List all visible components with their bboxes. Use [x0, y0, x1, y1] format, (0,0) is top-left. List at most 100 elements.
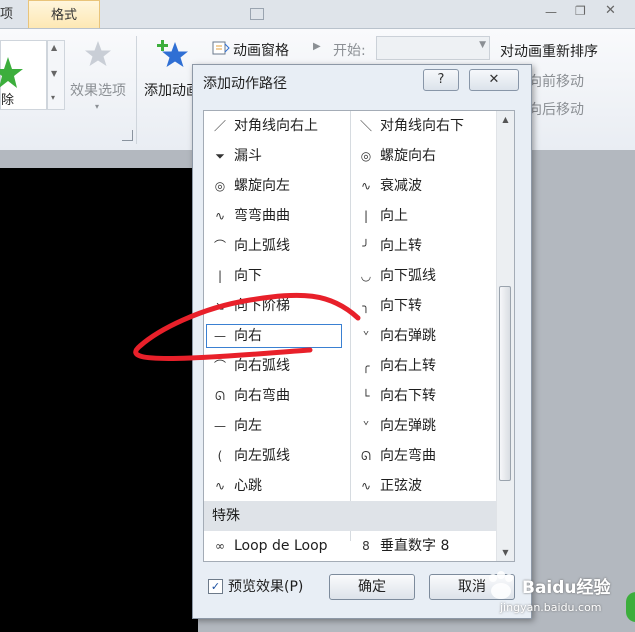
tab-partial[interactable]: 项 — [0, 0, 20, 27]
gallery-scroll[interactable]: ▲ ▼ ▾ — [47, 40, 65, 110]
path-item[interactable]: ╭ 向右上转 — [350, 351, 496, 381]
path-shape-icon: ∿ — [214, 479, 226, 493]
path-item-vertical-figure-8[interactable]: 8 垂直数字 8 — [350, 531, 496, 561]
tab-format[interactable]: 格式 — [28, 0, 100, 28]
path-item-label: 向下阶梯 — [234, 298, 290, 314]
minimize-icon[interactable]: — — [545, 5, 557, 19]
scroll-up-icon[interactable]: ▲ — [497, 111, 514, 128]
path-item[interactable]: ( 向左弧线 — [204, 441, 350, 471]
path-item[interactable]: ⌒ 向右弧线 — [204, 351, 350, 381]
path-item[interactable]: ᘁ 向右弹跳 — [350, 321, 496, 351]
path-shape-icon: ◡ — [360, 269, 372, 283]
path-item[interactable]: ＼ 对角线向右下 — [350, 111, 496, 141]
path-item-label: 螺旋向右 — [380, 148, 436, 164]
path-item-label: 漏斗 — [234, 148, 262, 164]
path-item-label: 向右弧线 — [234, 358, 290, 374]
path-shape-icon: ∿ — [214, 209, 226, 223]
path-item[interactable]: | 向下 — [204, 261, 350, 291]
path-item[interactable]: ᘁ 向左弹跳 — [350, 411, 496, 441]
path-item[interactable]: ╮ 向下转 — [350, 291, 496, 321]
path-item[interactable]: ⌒ 向上弧线 — [204, 231, 350, 261]
path-item[interactable]: — 向右 — [204, 321, 350, 351]
path-shape-icon: ╯ — [362, 239, 370, 253]
path-item[interactable]: ∿ 衰减波 — [350, 171, 496, 201]
help-icon[interactable]: ? — [423, 69, 459, 91]
slide-canvas[interactable] — [0, 168, 198, 632]
path-item[interactable]: └ 向右下转 — [350, 381, 496, 411]
path-item-label: 向下弧线 — [380, 268, 436, 284]
chevron-up-icon[interactable]: ▲ — [51, 43, 57, 52]
effect-options-button[interactable]: 效果选项 — [70, 80, 126, 100]
path-item-label: 向右弹跳 — [380, 328, 436, 344]
gallery-label-partial: 除 — [1, 93, 15, 108]
gallery-more-icon[interactable]: ▾ — [51, 93, 55, 102]
path-shape-icon: ／ — [213, 119, 226, 133]
path-item[interactable]: ◎ 螺旋向左 — [204, 171, 350, 201]
path-item-label: 向上转 — [380, 238, 422, 254]
path-item[interactable]: ⏷ 漏斗 — [204, 141, 350, 171]
path-shape-icon: ∿ — [360, 179, 372, 193]
path-shape-icon: ∿ — [360, 479, 372, 493]
close-icon[interactable]: ✕ — [469, 69, 519, 91]
reorder-title: 对动画重新排序 — [500, 44, 598, 60]
path-item-label: 向左弧线 — [234, 448, 290, 464]
path-item-loop-de-loop[interactable]: ∞ Loop de Loop — [204, 531, 350, 561]
path-shape-icon: ╭ — [362, 359, 370, 373]
group-launcher-icon[interactable] — [122, 130, 133, 141]
preview-label[interactable]: 预览效果(P) — [228, 576, 303, 596]
path-item-label: 向右弯曲 — [234, 388, 290, 404]
move-later-button[interactable]: 向后移动 — [528, 99, 584, 119]
move-earlier-button[interactable]: 向前移动 — [528, 71, 584, 91]
motion-path-list[interactable]: ／ 对角线向右上 ⏷ 漏斗 ◎ 螺旋向左 ∿ 弯弯曲曲 ⌒ 向上弧线 | 向下 ↘ 向下阶梯 — 向右 ⌒ 向右弧… — [203, 110, 515, 562]
path-item[interactable]: ᘏ 向左弯曲 — [350, 441, 496, 471]
path-item[interactable]: ／ 对角线向右上 — [204, 111, 350, 141]
baidu-paw-icon — [489, 571, 513, 599]
animation-pane-button[interactable]: 动画窗格 — [233, 40, 289, 60]
path-item[interactable]: ╯ 向上转 — [350, 231, 496, 261]
path-item-label: 对角线向右下 — [380, 118, 464, 134]
dialog-footer: ✓ 预览效果(P) 确定 取消 — [203, 570, 523, 610]
path-item-label: 心跳 — [234, 478, 262, 494]
list-scrollbar[interactable]: ▲ ▼ — [496, 111, 514, 561]
path-shape-icon: ( — [217, 449, 223, 463]
path-item-label: 向上弧线 — [234, 238, 290, 254]
close-window-icon[interactable]: ✕ — [605, 3, 616, 18]
preview-checkbox[interactable]: ✓ — [208, 579, 223, 594]
animation-gallery[interactable]: 除 — [0, 40, 47, 110]
start-label: 开始: — [333, 43, 366, 59]
path-item[interactable]: ∿ 心跳 — [204, 471, 350, 501]
path-shape-icon: └ — [362, 389, 370, 403]
path-item-label: 向左弯曲 — [380, 448, 436, 464]
path-item[interactable]: ◎ 螺旋向右 — [350, 141, 496, 171]
start-select-chevron-icon: ▼ — [479, 40, 486, 50]
selection-border — [206, 324, 342, 348]
start-select[interactable]: ▼ — [376, 36, 490, 60]
path-shape-icon: ᘏ — [215, 389, 225, 403]
path-item[interactable]: ↘ 向下阶梯 — [204, 291, 350, 321]
add-motion-path-dialog: 添加动作路径 ? ✕ ／ 对角线向右上 ⏷ 漏斗 ◎ 螺旋向左 ∿ 弯弯曲曲 ⌒ 向上弧线 | 向下 ↘… — [192, 64, 532, 619]
ok-button[interactable]: 确定 — [329, 574, 415, 600]
watermark-url: jingyan.baidu.com — [500, 601, 602, 614]
path-shape-icon: ◎ — [214, 179, 226, 193]
motion-path-column-left: ／ 对角线向右上 ⏷ 漏斗 ◎ 螺旋向左 ∿ 弯弯曲曲 ⌒ 向上弧线 | 向下 ↘ 向下阶梯 — 向右 ⌒ 向右弧… — [204, 111, 351, 541]
path-shape-icon: — — [214, 419, 226, 433]
path-item-label: 对角线向右上 — [234, 118, 318, 134]
path-item[interactable]: ∿ 正弦波 — [350, 471, 496, 501]
figure-eight-icon: 8 — [362, 539, 370, 553]
path-item-label: 向上 — [380, 208, 408, 224]
chevron-down-icon[interactable]: ▼ — [51, 69, 57, 78]
path-shape-icon: ᘏ — [361, 449, 371, 463]
maximize-icon[interactable]: ❐ — [575, 4, 586, 18]
path-item-label: 衰减波 — [380, 178, 422, 194]
scroll-down-icon[interactable]: ▼ — [497, 544, 514, 561]
path-item[interactable]: ∿ 弯弯曲曲 — [204, 201, 350, 231]
path-item[interactable]: ᘏ 向右弯曲 — [204, 381, 350, 411]
scrollbar-thumb[interactable] — [499, 286, 511, 481]
ribbon-tab-bar: 项 格式 — ❐ ✕ — [0, 0, 635, 29]
path-shape-icon: | — [363, 209, 369, 223]
path-shape-icon: ⌒ — [213, 239, 226, 253]
effect-options-star-icon — [85, 41, 111, 66]
path-item[interactable]: | 向上 — [350, 201, 496, 231]
path-item[interactable]: ◡ 向下弧线 — [350, 261, 496, 291]
path-item[interactable]: — 向左 — [204, 411, 350, 441]
